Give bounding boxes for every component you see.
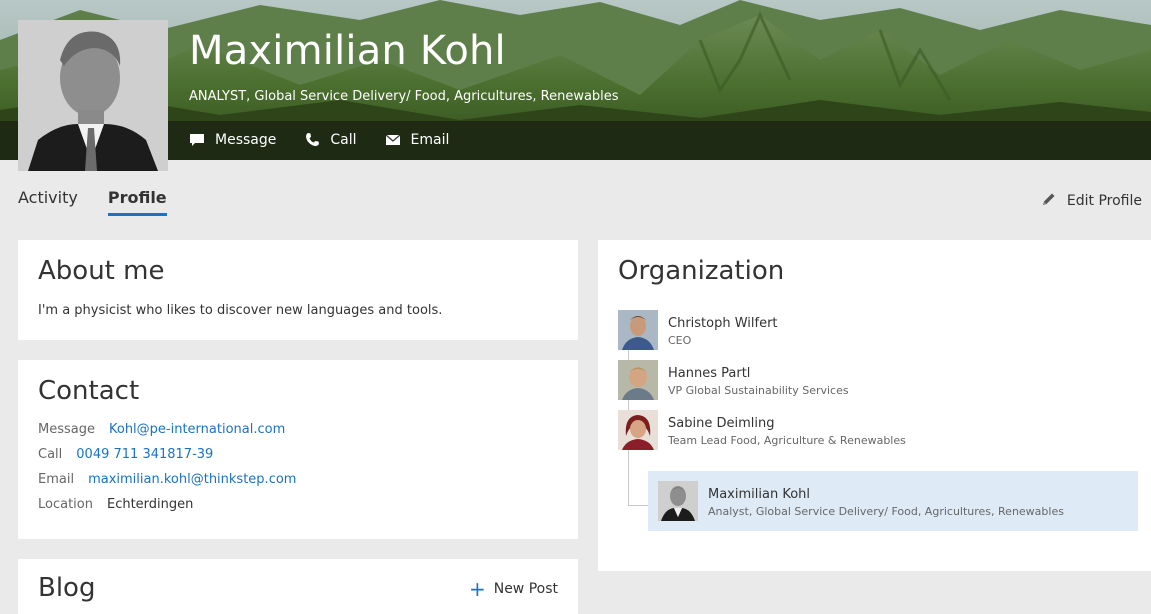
- org-person[interactable]: Hannes Partl VP Global Sustainability Se…: [618, 360, 849, 400]
- new-post-button[interactable]: + New Post: [468, 577, 558, 601]
- blog-heading: Blog: [38, 573, 96, 603]
- contact-card: Contact Message Kohl@pe-international.co…: [18, 360, 578, 539]
- contact-label: Email: [38, 472, 75, 487]
- org-person-name: Christoph Wilfert: [668, 316, 778, 331]
- profile-banner: [0, 0, 1151, 160]
- org-connector: [628, 450, 629, 506]
- email-icon: [385, 132, 401, 148]
- new-post-label: New Post: [493, 581, 558, 597]
- contact-row-call: Call 0049 711 341817-39: [38, 447, 213, 462]
- avatar: [618, 410, 658, 450]
- org-person-role: CEO: [668, 334, 692, 347]
- phone-icon: [304, 132, 320, 148]
- contact-row-message: Message Kohl@pe-international.com: [38, 422, 285, 437]
- org-person-current[interactable]: Maximilian Kohl Analyst, Global Service …: [658, 481, 1064, 521]
- avatar: [658, 481, 698, 521]
- message-action-label: Message: [215, 132, 277, 148]
- contact-label: Message: [38, 422, 95, 437]
- profile-tabs: Activity Profile: [18, 188, 197, 216]
- edit-profile-button[interactable]: Edit Profile: [1041, 191, 1142, 211]
- org-person-role: Analyst, Global Service Delivery/ Food, …: [708, 505, 1064, 518]
- email-action-label: Email: [410, 132, 450, 148]
- location-value: Echterdingen: [106, 497, 194, 512]
- contact-row-location: Location Echterdingen: [38, 497, 193, 512]
- organization-card: Organization Christoph Wilfert CEO Hanne…: [598, 240, 1151, 571]
- message-icon: [189, 132, 205, 148]
- org-person-name: Maximilian Kohl: [708, 487, 811, 502]
- contact-row-email: Email maximilian.kohl@thinkstep.com: [38, 472, 296, 487]
- org-connector: [628, 400, 629, 410]
- tab-profile[interactable]: Profile: [107, 188, 167, 216]
- about-heading: About me: [38, 256, 165, 286]
- organization-heading: Organization: [618, 256, 785, 286]
- edit-profile-label: Edit Profile: [1066, 193, 1142, 209]
- org-person[interactable]: Sabine Deimling Team Lead Food, Agricult…: [618, 410, 906, 450]
- org-person-name: Sabine Deimling: [668, 416, 775, 431]
- org-connector: [628, 350, 629, 360]
- avatar: [618, 310, 658, 350]
- org-person-role: VP Global Sustainability Services: [668, 384, 849, 397]
- pencil-icon: [1041, 191, 1057, 211]
- email-action-button[interactable]: Email: [385, 132, 450, 148]
- call-action-label: Call: [330, 132, 357, 148]
- org-person-role: Team Lead Food, Agriculture & Renewables: [668, 434, 906, 447]
- tab-activity[interactable]: Activity: [18, 188, 78, 216]
- about-text: I'm a physicist who likes to discover ne…: [38, 303, 443, 318]
- about-card: About me I'm a physicist who likes to di…: [18, 240, 578, 340]
- avatar: [618, 360, 658, 400]
- message-action-button[interactable]: Message: [189, 132, 276, 148]
- contact-heading: Contact: [38, 376, 140, 406]
- profile-job-title: ANALYST, Global Service Delivery/ Food, …: [189, 89, 619, 104]
- org-person-name: Hannes Partl: [668, 366, 751, 381]
- message-link[interactable]: Kohl@pe-international.com: [109, 422, 285, 437]
- contact-label: Location: [38, 497, 93, 512]
- contact-actions: Message Call Email: [189, 132, 477, 148]
- phone-link[interactable]: 0049 711 341817-39: [76, 447, 213, 462]
- action-bar-overlay: [0, 121, 1151, 160]
- call-action-button[interactable]: Call: [304, 132, 357, 148]
- profile-name: Maximilian Kohl: [189, 28, 506, 74]
- plus-icon: +: [468, 577, 486, 601]
- contact-label: Call: [38, 447, 63, 462]
- org-person[interactable]: Christoph Wilfert CEO: [618, 310, 778, 350]
- profile-photo: [18, 20, 168, 171]
- blog-card: Blog + New Post: [18, 559, 578, 614]
- email-link[interactable]: maximilian.kohl@thinkstep.com: [88, 472, 296, 487]
